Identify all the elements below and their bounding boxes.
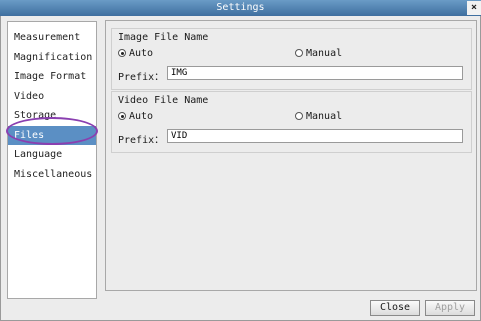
title-bar: Settings × bbox=[0, 0, 481, 16]
files-settings-panel: Image File Name Auto Manual Prefix： Vide… bbox=[105, 20, 477, 291]
radio-unselected-icon bbox=[295, 112, 303, 120]
video-file-name-title: Video File Name bbox=[118, 95, 209, 106]
video-prefix-label: Prefix： bbox=[118, 135, 165, 146]
sidebar-item-miscellaneous[interactable]: Miscellaneous bbox=[8, 165, 96, 185]
image-auto-label: Auto bbox=[129, 48, 154, 59]
video-manual-label: Manual bbox=[306, 111, 343, 122]
sidebar-item-files[interactable]: Files bbox=[8, 125, 96, 145]
radio-selected-icon bbox=[118, 49, 126, 57]
image-auto-radio[interactable]: Auto bbox=[118, 48, 153, 60]
radio-selected-icon bbox=[118, 112, 126, 120]
window-title: Settings bbox=[216, 2, 265, 13]
sidebar-item-measurement[interactable]: Measurement bbox=[8, 28, 96, 48]
video-auto-radio[interactable]: Auto bbox=[118, 111, 153, 123]
image-file-name-title: Image File Name bbox=[118, 32, 209, 43]
image-manual-radio[interactable]: Manual bbox=[295, 48, 342, 60]
sidebar-item-magnification[interactable]: Magnification bbox=[8, 48, 96, 68]
settings-sidebar: Measurement Magnification Image Format V… bbox=[7, 21, 97, 299]
sidebar-item-image-format[interactable]: Image Format bbox=[8, 67, 96, 87]
radio-unselected-icon bbox=[295, 49, 303, 57]
video-file-name-group: Video File Name Auto Manual Prefix： bbox=[111, 91, 472, 153]
image-prefix-input[interactable] bbox=[167, 66, 463, 80]
image-file-name-group: Image File Name Auto Manual Prefix： bbox=[111, 28, 472, 90]
sidebar-item-storage[interactable]: Storage bbox=[8, 106, 96, 126]
video-auto-label: Auto bbox=[129, 111, 154, 122]
close-icon[interactable]: × bbox=[467, 1, 481, 15]
apply-button[interactable]: Apply bbox=[425, 300, 475, 316]
close-button[interactable]: Close bbox=[370, 300, 420, 316]
video-prefix-input[interactable] bbox=[167, 129, 463, 143]
video-manual-radio[interactable]: Manual bbox=[295, 111, 342, 123]
sidebar-item-language[interactable]: Language bbox=[8, 145, 96, 165]
image-manual-label: Manual bbox=[306, 48, 343, 59]
image-prefix-label: Prefix： bbox=[118, 72, 165, 83]
settings-window: Measurement Magnification Image Format V… bbox=[0, 16, 481, 321]
sidebar-item-video[interactable]: Video bbox=[8, 87, 96, 107]
